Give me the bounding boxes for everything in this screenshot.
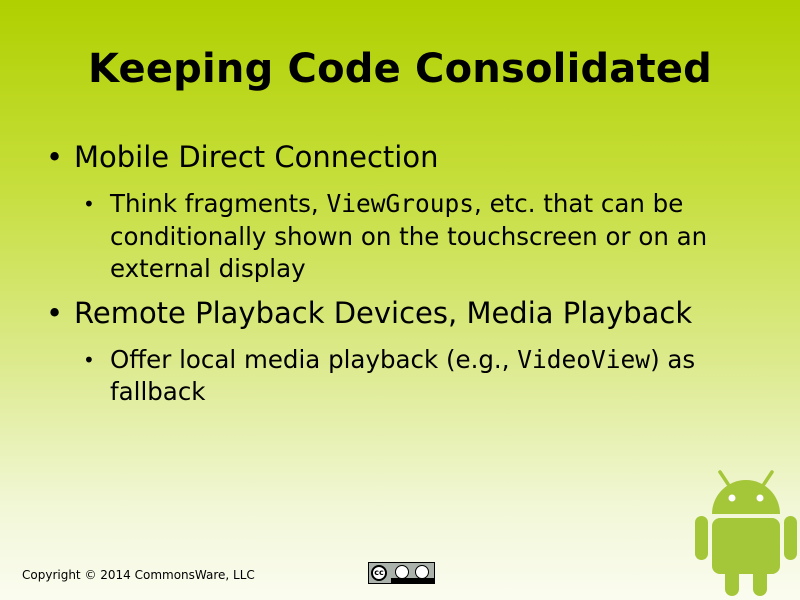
slide-title: Keeping Code Consolidated [88, 46, 712, 92]
sub-bullet-item-2: • Offer local media playback (e.g., Vide… [83, 344, 750, 409]
sub-bullet-marker: • [83, 347, 95, 372]
bullet-text: Mobile Direct Connection [74, 140, 439, 174]
sub-bullet-text-before: Think fragments, [110, 189, 327, 218]
code-term: VideoView [517, 344, 651, 374]
android-robot-icon [695, 470, 797, 596]
bullet-marker: • [46, 140, 64, 174]
slide-content: • Mobile Direct Connection • Think fragm… [0, 138, 800, 417]
sub-bullet-text-before: Offer local media playback (e.g., [110, 344, 518, 374]
sub-bullet-marker: • [83, 192, 95, 216]
license-strip [391, 578, 434, 583]
bullet-text: Remote Playback Devices, Media Playback [74, 295, 693, 330]
cc-icon: cc [371, 565, 387, 581]
sa-icon [415, 565, 429, 579]
by-icon [395, 565, 409, 579]
copyright-text: Copyright © 2014 CommonsWare, LLC [22, 568, 255, 582]
sub-bullet-item-1: • Think fragments, ViewGroups, etc. that… [83, 188, 750, 286]
code-term: ViewGroups [326, 189, 474, 218]
bullet-item-1: • Mobile Direct Connection [46, 138, 764, 176]
cc-by-sa-icon: cc [368, 562, 435, 584]
bullet-marker: • [46, 295, 64, 330]
bullet-item-2: • Remote Playback Devices, Media Playbac… [46, 294, 764, 332]
